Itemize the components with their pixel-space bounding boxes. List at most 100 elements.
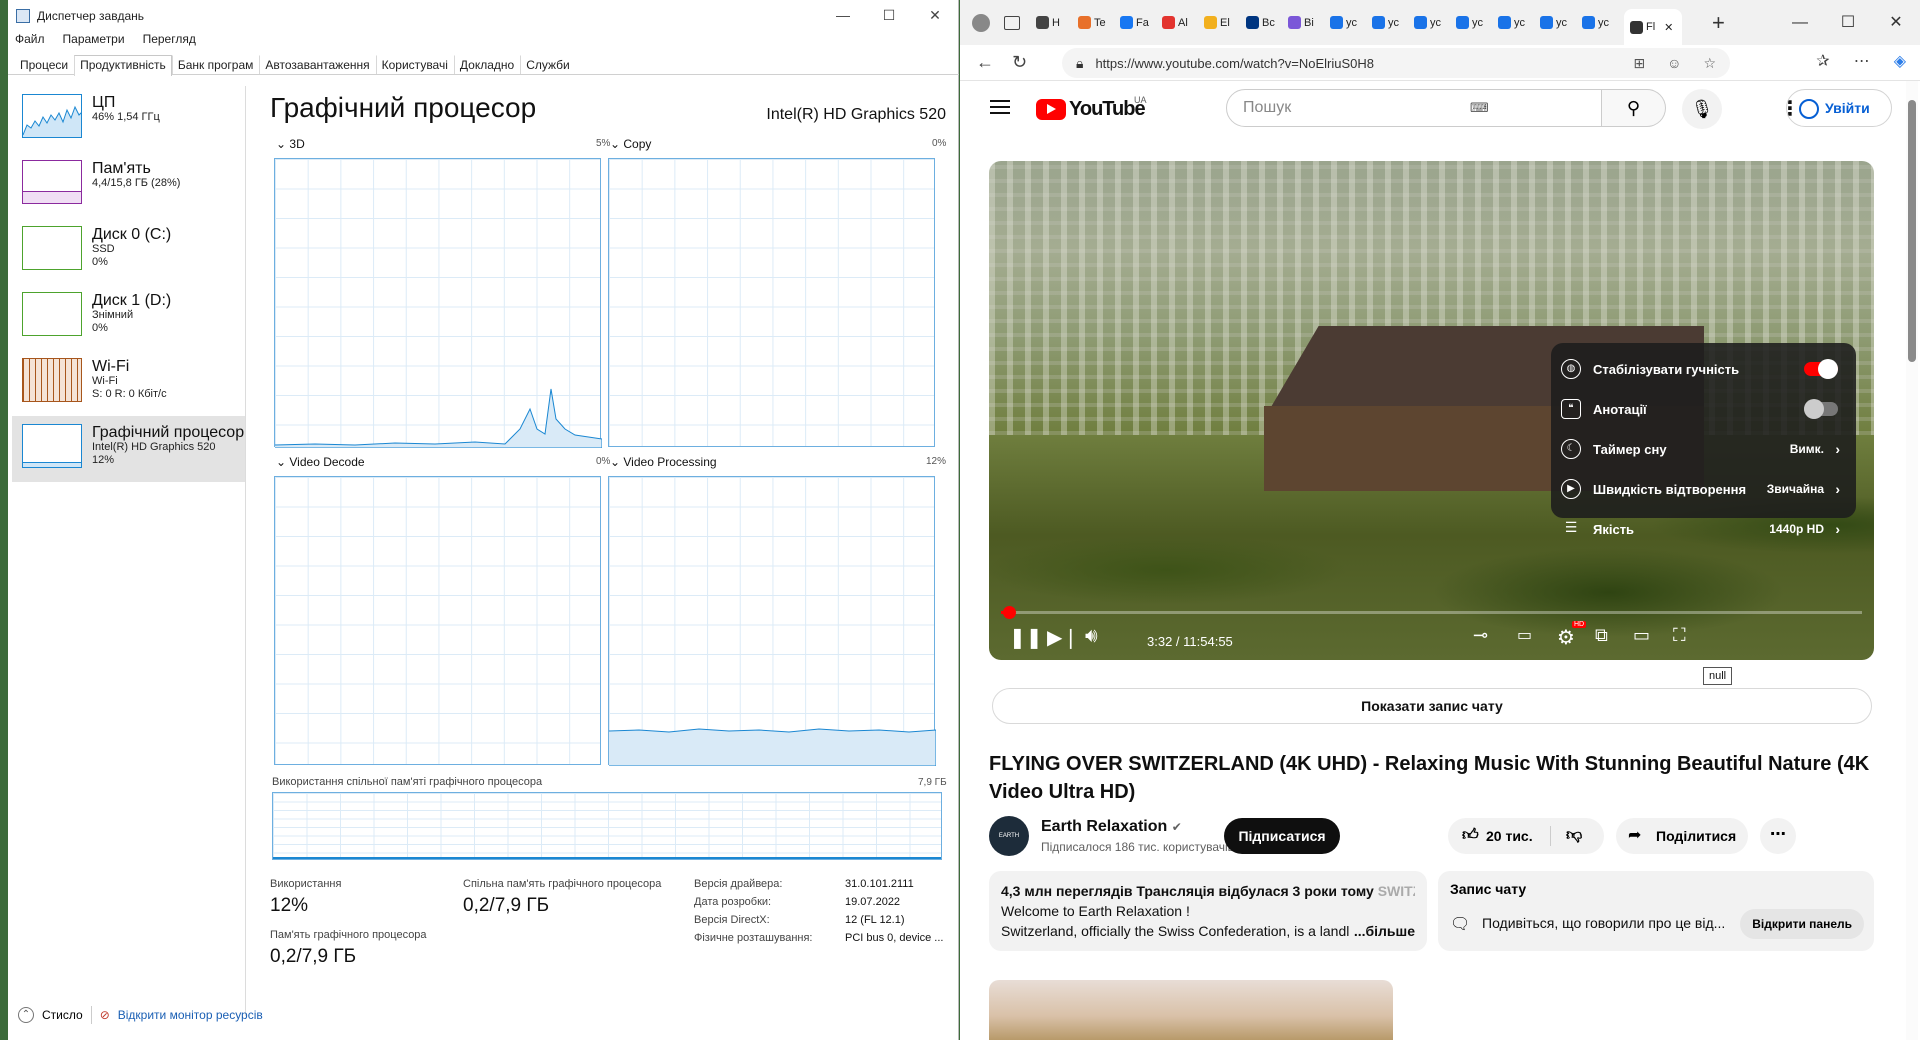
thumbs-down-icon[interactable]: 👎︎ <box>1566 818 1582 854</box>
browser-tab[interactable]: Fa <box>1120 11 1152 35</box>
share-button[interactable]: ➦ Поділитися <box>1616 818 1748 854</box>
channel-name[interactable]: Earth Relaxation ✔ <box>1041 818 1182 836</box>
lock-icon[interactable]: 🔒︎ <box>1076 55 1083 72</box>
tab-users[interactable]: Користувачі <box>375 55 454 74</box>
browser-tab[interactable]: Te <box>1078 11 1110 35</box>
subscribe-button[interactable]: Підписатися <box>1224 818 1340 854</box>
theater-mode-icon[interactable]: ▭ <box>1633 625 1650 646</box>
youtube-logo[interactable]: YouTube <box>1036 98 1146 121</box>
menu-options[interactable]: Параметри <box>63 32 125 50</box>
sidebar-item-memory[interactable]: Пам'ять 4,4/15,8 ГБ (28%) <box>12 152 245 218</box>
browser-tab[interactable]: yc <box>1582 11 1614 35</box>
minimize-button[interactable]: — <box>1776 0 1824 45</box>
tab-performance[interactable]: Продуктивність <box>74 55 172 76</box>
description-box[interactable]: 4,3 млн переглядів Трансляція відбулася … <box>989 871 1427 951</box>
favorites-icon[interactable]: ✰ <box>1816 51 1829 71</box>
tab-startup[interactable]: Автозавантаження <box>259 55 375 74</box>
browser-tab[interactable]: H <box>1036 11 1068 35</box>
setting-stable-volume[interactable]: ◍ Стабілізувати гучність <box>1551 349 1856 389</box>
fewer-details-button[interactable]: Стисло <box>42 1008 83 1022</box>
maximize-button[interactable]: ☐ <box>866 0 912 30</box>
sidebar-item-label: Диск 1 (D:) <box>92 292 172 309</box>
minimize-button[interactable]: — <box>820 0 866 30</box>
next-icon[interactable]: ▶❘ <box>1047 625 1079 650</box>
autoplay-toggle-icon[interactable]: ⊸ <box>1473 625 1488 646</box>
address-bar[interactable]: 🔒︎ https://www.youtube.com/watch?v=NoElr… <box>1062 48 1730 78</box>
tab-details[interactable]: Докладно <box>453 55 520 74</box>
video-player[interactable]: ◍ Стабілізувати гучність ❝ Анотації ☾ Та… <box>989 161 1874 660</box>
page-scrollbar-thumb[interactable] <box>1908 100 1916 362</box>
sidebar-item-disk-0[interactable]: Диск 0 (C:) SSD 0% <box>12 218 245 284</box>
tab-favicon <box>1372 16 1385 29</box>
window-title: Диспетчер завдань <box>37 9 145 23</box>
subtitles-icon[interactable]: ▭ <box>1517 625 1532 645</box>
open-panel-button[interactable]: Відкрити панель <box>1740 909 1864 939</box>
keyboard-icon[interactable]: ⌨ <box>1470 100 1489 116</box>
setting-sleep-timer[interactable]: ☾ Таймер сну Вимк. › <box>1551 429 1856 469</box>
profile-avatar[interactable] <box>972 13 990 32</box>
browser-tab[interactable]: yc <box>1330 11 1362 35</box>
setting-annotations[interactable]: ❝ Анотації <box>1551 389 1856 429</box>
reader-icon[interactable]: ☺ <box>1667 55 1681 72</box>
browser-tab[interactable]: yc <box>1372 11 1404 35</box>
tab-services[interactable]: Служби <box>520 55 576 74</box>
more-menu-icon[interactable]: ⋯ <box>1854 51 1870 71</box>
favorite-star-icon[interactable]: ☆ <box>1703 55 1716 72</box>
browser-tab[interactable]: yc <box>1456 11 1488 35</box>
engine-copy-label[interactable]: ⌄ Copy <box>610 137 651 151</box>
menu-hamburger-icon[interactable] <box>990 100 1010 114</box>
volume-icon[interactable]: 🔊︎ <box>1085 625 1098 648</box>
maximize-button[interactable]: ☐ <box>1824 0 1872 45</box>
sidebar-item-disk-1[interactable]: Диск 1 (D:) Знімний 0% <box>12 284 245 350</box>
browser-tab[interactable]: El <box>1204 11 1236 35</box>
refresh-icon[interactable]: ↻ <box>1012 52 1027 73</box>
tab-active[interactable]: Fl ✕ <box>1624 9 1682 45</box>
setting-playback-speed[interactable]: ▶ Швидкість відтворення Звичайна › <box>1551 469 1856 509</box>
tab-actions-icon[interactable] <box>1004 15 1020 30</box>
more-actions-button[interactable]: ⋯ <box>1760 818 1796 854</box>
setting-quality[interactable]: ☰ Якість 1440p HD › <box>1551 509 1856 549</box>
browser-tab[interactable]: yc <box>1414 11 1446 35</box>
copilot-icon[interactable]: ◈ <box>1894 51 1906 71</box>
chevron-up-icon[interactable]: ⌃ <box>18 1007 34 1023</box>
back-arrow-icon[interactable]: ← <box>976 52 994 73</box>
engine-video-decode-label[interactable]: ⌄ Video Decode <box>276 455 365 469</box>
stable-volume-toggle[interactable] <box>1804 359 1838 379</box>
close-tab-icon[interactable]: ✕ <box>1664 21 1673 34</box>
fullscreen-icon[interactable]: ⛶ <box>1673 625 1686 646</box>
annotations-toggle[interactable] <box>1804 399 1838 419</box>
sidebar-item-gpu[interactable]: Графічний процесор Intel(R) HD Graphics … <box>12 416 245 482</box>
sidebar-item-cpu[interactable]: ЦП 46% 1,54 ГГц <box>12 86 245 152</box>
settings-gear-icon[interactable]: ⚙ <box>1557 625 1575 650</box>
engine-3d-label[interactable]: ⌄ 3D <box>276 137 305 151</box>
apps-icon[interactable]: ⊞ <box>1633 55 1645 72</box>
resource-monitor-link[interactable]: Відкрити монітор ресурсів <box>118 1008 263 1022</box>
browser-tab[interactable]: Bc <box>1246 11 1278 35</box>
tab-processes[interactable]: Процеси <box>14 55 74 74</box>
search-input[interactable]: Пошук <box>1226 89 1602 127</box>
new-tab-button[interactable]: + <box>1712 10 1725 36</box>
progress-bar[interactable] <box>1001 606 1862 619</box>
menu-view[interactable]: Перегляд <box>143 32 196 50</box>
pause-icon[interactable]: ❚❚ <box>1009 625 1043 650</box>
browser-tab[interactable]: Bi <box>1288 11 1320 35</box>
channel-avatar[interactable]: EARTH RELAXATION <box>989 816 1029 879</box>
url-text[interactable]: https://www.youtube.com/watch?v=NoElriuS… <box>1095 56 1374 71</box>
close-button[interactable]: ✕ <box>912 0 958 30</box>
voice-search-button[interactable]: 🎙︎ <box>1682 89 1722 129</box>
menu-file[interactable]: Файл <box>15 32 45 50</box>
browser-tab[interactable]: yc <box>1540 11 1572 35</box>
sidebar-item-wifi[interactable]: Wi-Fi Wi-Fi S: 0 R: 0 Кбіт/с <box>12 350 245 416</box>
tab-app-history[interactable]: Банк програм <box>171 55 260 74</box>
miniplayer-icon[interactable]: ⧉ <box>1595 625 1608 646</box>
browser-tab[interactable]: yc <box>1498 11 1530 35</box>
search-button[interactable]: ⚲ <box>1602 89 1666 127</box>
recommended-video-thumbnail[interactable] <box>989 980 1393 1040</box>
show-chat-replay-button[interactable]: Показати запис чату <box>992 688 1872 724</box>
like-button[interactable]: 👍︎ 20 тис. 👎︎ <box>1448 818 1604 854</box>
engine-video-processing-label[interactable]: ⌄ Video Processing <box>610 455 717 469</box>
browser-tab[interactable]: Al <box>1162 11 1194 35</box>
show-more-link[interactable]: ...більше <box>1349 921 1415 941</box>
close-button[interactable]: ✕ <box>1872 0 1920 45</box>
login-button[interactable]: Увійти <box>1786 89 1892 127</box>
